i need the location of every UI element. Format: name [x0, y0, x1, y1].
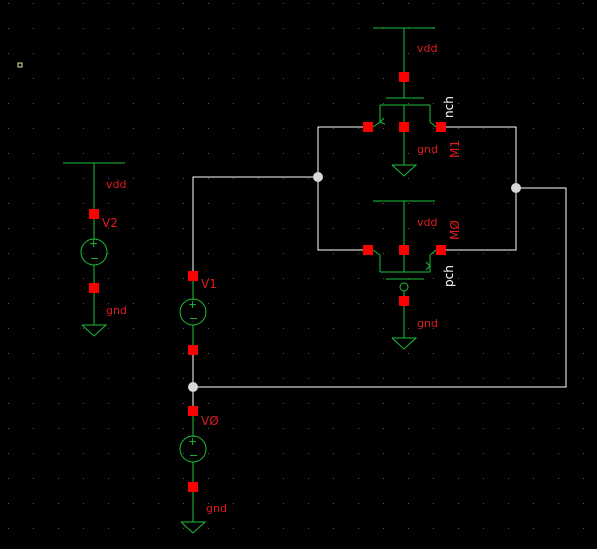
origin-marker	[17, 62, 23, 68]
voltage-source-v2[interactable]: + − vdd V2 gnd	[63, 162, 127, 337]
pin-v1-minus[interactable]	[188, 345, 198, 355]
wire-left-bus[interactable]	[192, 176, 318, 273]
svg-text:+: +	[188, 435, 197, 448]
label-gnd-v2: gnd	[106, 304, 127, 317]
svg-text:+: +	[89, 237, 98, 250]
pin-v0-plus[interactable]	[188, 406, 198, 416]
junction-dot-right[interactable]	[511, 183, 521, 193]
voltage-source-v1[interactable]: + − V1	[179, 271, 217, 355]
pin-v2-minus[interactable]	[89, 283, 99, 293]
pin-m1-gate[interactable]	[399, 72, 409, 82]
label-m1: M1	[448, 140, 462, 158]
label-pch: pch	[442, 265, 456, 287]
wire-output-loop[interactable]	[193, 187, 567, 388]
pin-v2-plus[interactable]	[89, 209, 99, 219]
svg-text:+: +	[188, 298, 197, 311]
junction-dot-left[interactable]	[313, 172, 323, 182]
label-v0: VØ	[201, 414, 219, 428]
junction-dot-bottom[interactable]	[188, 382, 198, 392]
pin-m0-gate[interactable]	[399, 296, 409, 306]
label-gnd-v0: gnd	[206, 502, 227, 515]
svg-text:−: −	[189, 449, 198, 462]
label-vdd-v2: vdd	[106, 178, 126, 191]
pin-m1-bulk[interactable]	[399, 122, 409, 132]
transistor-m1-nch[interactable]: vdd gnd nch M1	[363, 27, 462, 177]
pin-m1-drain[interactable]	[436, 122, 446, 132]
pin-m1-source[interactable]	[363, 122, 373, 132]
voltage-source-v0[interactable]: + − VØ gnd	[179, 406, 227, 534]
label-gnd-m1: gnd	[417, 143, 438, 156]
label-nch: nch	[442, 96, 456, 118]
label-m0: MØ	[448, 220, 462, 240]
pin-v1-plus[interactable]	[188, 271, 198, 281]
transistor-m0-pch[interactable]: vdd gnd MØ pch	[363, 200, 462, 350]
pin-m0-bulk[interactable]	[399, 245, 409, 255]
pin-v0-minus[interactable]	[188, 482, 198, 492]
label-vdd-m0: vdd	[417, 216, 437, 229]
pin-m0-drain[interactable]	[436, 245, 446, 255]
wires[interactable]	[188, 126, 567, 411]
label-gnd-m0: gnd	[417, 317, 438, 330]
svg-text:−: −	[90, 252, 99, 265]
label-v2: V2	[102, 216, 118, 230]
schematic-canvas[interactable]: + − vdd V2 gnd + − V1 + − VØ gnd vdd gnd…	[0, 0, 597, 549]
label-vdd-m1: vdd	[417, 42, 437, 55]
label-v1: V1	[201, 277, 217, 291]
pin-m0-source[interactable]	[363, 245, 373, 255]
wire-tg-left-rail[interactable]	[317, 126, 368, 251]
svg-text:−: −	[189, 312, 198, 325]
